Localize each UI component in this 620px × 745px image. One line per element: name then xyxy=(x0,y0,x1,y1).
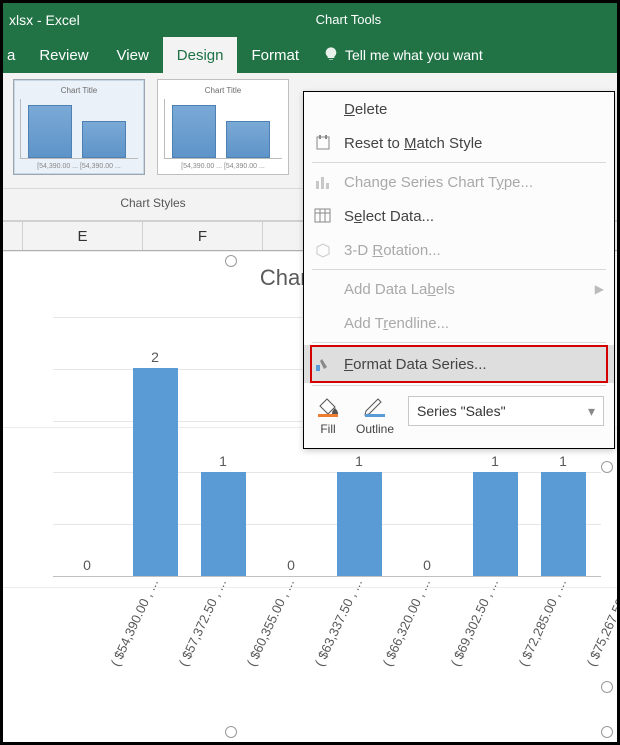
category-label: ( $63,337.50 , ... xyxy=(311,597,355,669)
fill-button[interactable]: Fill xyxy=(314,396,342,436)
separator xyxy=(312,269,606,270)
bar-value-label: 0 xyxy=(65,557,110,573)
blank-icon xyxy=(312,278,334,300)
category-label: ( $57,372.50 , ... xyxy=(175,597,219,669)
bar-value-label: 1 xyxy=(337,453,382,469)
selection-handle[interactable] xyxy=(225,255,237,267)
chart-style-1[interactable]: Chart Title [54,390.00 ... [54,390.00 ..… xyxy=(13,79,145,175)
ctx-format-data-series[interactable]: Format Data Series... xyxy=(304,345,614,383)
bulb-icon xyxy=(323,46,339,65)
series-selector-label: Series "Sales" xyxy=(417,403,506,419)
blank-icon xyxy=(312,98,334,120)
tell-me-label: Tell me what you want xyxy=(345,47,483,63)
col-head-f[interactable]: F xyxy=(143,222,263,250)
tab-format[interactable]: Format xyxy=(237,37,313,73)
chevron-right-icon: ▶ xyxy=(595,282,604,296)
tab-view[interactable]: View xyxy=(103,37,163,73)
ctx-select-data[interactable]: Select Data... xyxy=(304,199,614,233)
chevron-down-icon: ▾ xyxy=(588,403,595,420)
thumb-foot: [54,390.00 ... [54,390.00 ... xyxy=(20,163,138,170)
bar[interactable] xyxy=(133,368,178,576)
outline-label: Outline xyxy=(356,422,394,436)
thumb-foot: [54,390.00 ... [54,390.00 ... xyxy=(164,163,282,170)
mini-toolbar: Fill Outline Series "Sales" ▾ xyxy=(304,388,614,448)
pen-icon xyxy=(361,396,389,418)
bar-value-label: 1 xyxy=(201,453,246,469)
tab-design[interactable]: Design xyxy=(163,37,238,73)
tab-review[interactable]: Review xyxy=(25,37,102,73)
chart-tools-label: Chart Tools xyxy=(278,3,418,37)
col-head-e[interactable]: E xyxy=(23,222,143,250)
bar-value-label: 2 xyxy=(133,349,178,365)
tell-me[interactable]: Tell me what you want xyxy=(313,37,493,73)
category-label: ( $60,355.00 , ... xyxy=(243,597,287,669)
chart-type-icon xyxy=(312,171,334,193)
app-title: xlsx - Excel xyxy=(3,12,80,28)
thumb-title: Chart Title xyxy=(164,86,282,95)
fill-label: Fill xyxy=(320,422,335,436)
ctx-add-trendline: Add Trendline... xyxy=(304,306,614,340)
bar-value-label: 0 xyxy=(269,557,314,573)
bar[interactable] xyxy=(201,472,246,576)
outline-button[interactable]: Outline xyxy=(356,396,394,436)
tab-partial-left[interactable]: a xyxy=(3,37,25,73)
bar-value-label: 0 xyxy=(405,557,450,573)
ctx-delete[interactable]: Delete xyxy=(304,92,614,126)
separator xyxy=(312,162,606,163)
ctx-change-chart-type: Change Series Chart Type... xyxy=(304,165,614,199)
separator xyxy=(312,342,606,343)
bar[interactable] xyxy=(337,472,382,576)
category-label: ( $66,320.00 , ... xyxy=(379,597,423,669)
category-label: ( $69,302.50 , ... xyxy=(447,597,491,669)
ctx-3d-rotation: 3-D Rotation... xyxy=(304,233,614,267)
ribbon-tabs: a Review View Design Format Tell me what… xyxy=(3,37,617,73)
series-selector[interactable]: Series "Sales" ▾ xyxy=(408,396,604,426)
blank-icon xyxy=(312,312,334,334)
bar-value-label: 1 xyxy=(541,453,586,469)
title-bar: xlsx - Excel Chart Tools xyxy=(3,3,617,37)
thumb-title: Chart Title xyxy=(20,86,138,95)
bucket-icon xyxy=(314,396,342,418)
separator xyxy=(312,385,606,386)
category-label: ( $72,285.00 , ... xyxy=(515,597,559,669)
bar[interactable] xyxy=(473,472,518,576)
reset-icon xyxy=(312,132,334,154)
chart-style-2[interactable]: Chart Title [54,390.00 ... [54,390.00 ..… xyxy=(157,79,289,175)
select-data-icon xyxy=(312,205,334,227)
ctx-reset-match-style[interactable]: Reset to Match Style xyxy=(304,126,614,160)
ctx-add-data-labels: Add Data Labels ▶ xyxy=(304,272,614,306)
bar[interactable] xyxy=(541,472,586,576)
context-menu: Delete Reset to Match Style Change Serie… xyxy=(303,91,615,449)
format-series-icon xyxy=(312,353,334,375)
cube-icon xyxy=(312,239,334,261)
category-label: ( $54,390.00 , ... xyxy=(107,597,151,669)
ribbon-group-chart-styles: Chart Styles xyxy=(3,188,303,216)
bar-value-label: 1 xyxy=(473,453,518,469)
